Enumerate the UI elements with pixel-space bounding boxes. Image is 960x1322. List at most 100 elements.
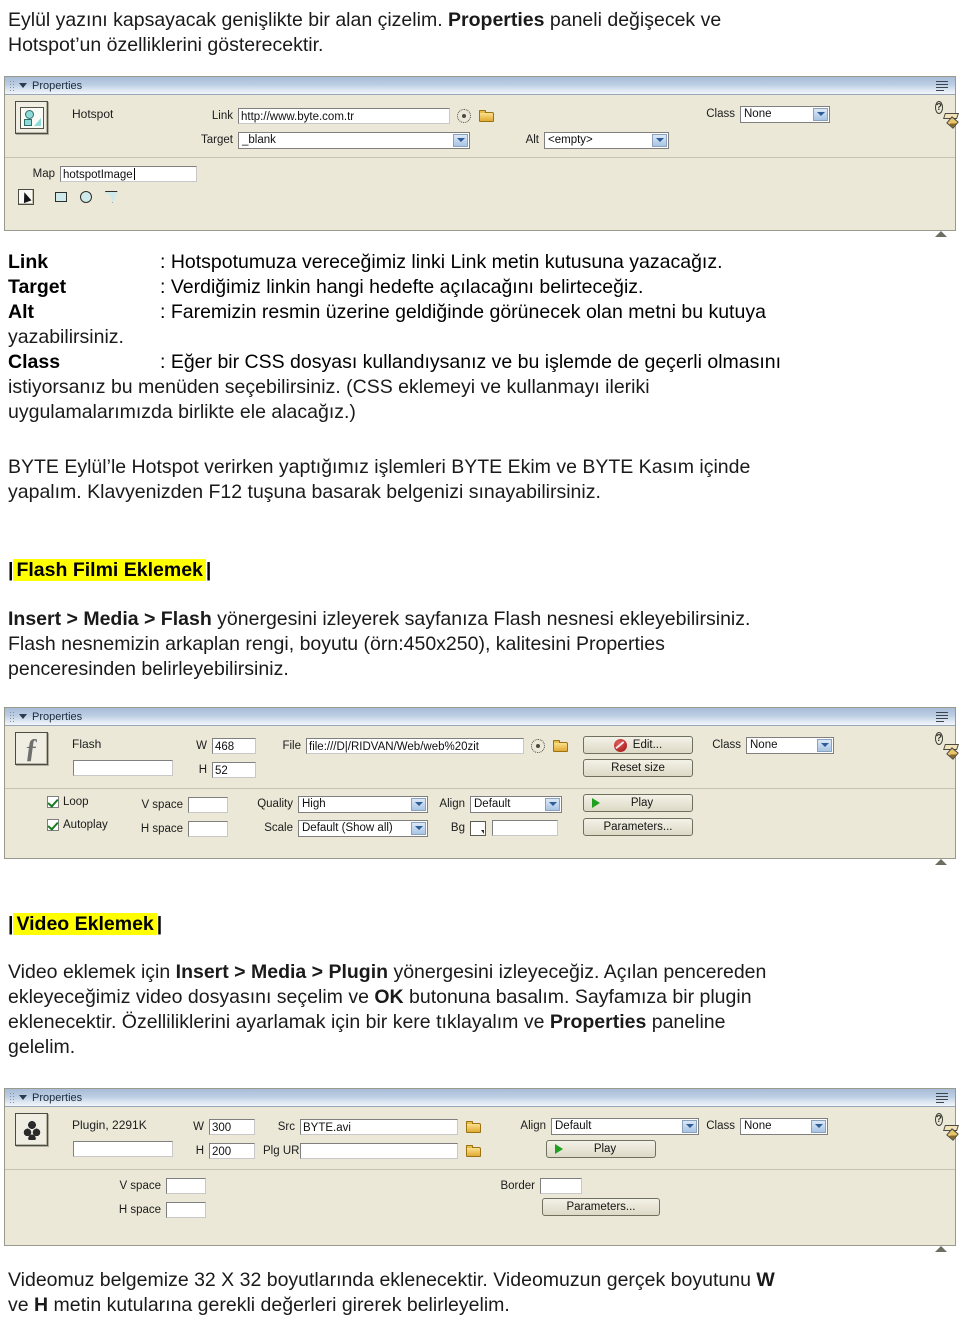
height-input[interactable]: 200 <box>209 1143 255 1159</box>
class-select[interactable]: None <box>740 105 830 123</box>
browse-folder-icon[interactable] <box>479 109 495 123</box>
panel-title-bar[interactable]: Properties <box>5 77 955 95</box>
src-input[interactable]: BYTE.avi <box>300 1119 458 1135</box>
vspace-input[interactable] <box>188 797 228 813</box>
collapse-triangle-icon[interactable] <box>19 1095 27 1100</box>
closing-text-a: Videomuz belgemize 32 X 32 boyutlarında … <box>8 1269 757 1291</box>
chevron-down-icon[interactable] <box>411 821 426 835</box>
vspace-input[interactable] <box>166 1178 206 1194</box>
rectangle-hotspot-tool-button[interactable] <box>53 189 69 205</box>
hspace-row: H space <box>105 1199 206 1221</box>
chevron-down-icon[interactable] <box>453 133 468 147</box>
width-input[interactable]: 300 <box>209 1119 255 1135</box>
autoplay-checkbox[interactable] <box>47 819 59 831</box>
chevron-down-icon[interactable] <box>411 797 426 811</box>
pointer-tool-button[interactable] <box>18 189 34 205</box>
panel-menu-icon[interactable] <box>936 711 948 722</box>
chevron-down-icon[interactable] <box>652 133 667 147</box>
panel-grip-icon[interactable] <box>9 1092 15 1103</box>
link-input[interactable]: http://www.byte.com.tr <box>238 108 450 124</box>
reset-size-button[interactable]: Reset size <box>583 759 693 777</box>
help-icon-wrap[interactable]: ? <box>934 101 943 114</box>
align-select[interactable]: Default <box>551 1117 699 1135</box>
align-select[interactable]: Default <box>470 795 562 813</box>
autoplay-checkbox-row[interactable]: Autoplay <box>47 819 108 831</box>
target-select[interactable]: _blank <box>238 131 470 149</box>
chevron-down-icon[interactable] <box>545 797 560 811</box>
polygon-hotspot-tool-button[interactable] <box>103 189 119 205</box>
panel-expander-icon[interactable] <box>935 859 947 865</box>
help-icon-wrap[interactable]: ? <box>934 1113 943 1126</box>
definition-term: Alt <box>8 301 34 323</box>
play-button[interactable]: Play <box>583 794 693 812</box>
help-icon[interactable]: ? <box>934 101 943 114</box>
class-definition-desc: : Eğer bir CSS dosyası kullandıysanız ve… <box>160 351 782 373</box>
plugin-name-input[interactable] <box>73 1141 173 1157</box>
plg-url-input[interactable] <box>300 1143 458 1159</box>
chevron-down-icon[interactable] <box>817 738 832 752</box>
edit-button[interactable]: Edit... <box>583 736 693 754</box>
link-label: Link <box>211 110 233 122</box>
flash-name-input[interactable] <box>73 760 173 776</box>
collapse-triangle-icon[interactable] <box>19 714 27 719</box>
help-icon[interactable]: ? <box>934 1113 943 1126</box>
panel-title-bar[interactable]: Properties <box>5 708 955 726</box>
panel-menu-icon[interactable] <box>936 1092 948 1103</box>
map-input[interactable]: hotspotImage <box>60 166 197 182</box>
flash-properties-panel[interactable]: Properties ƒ Flash W 468 H 52 File file:… <box>4 707 956 865</box>
document-page: Eylül yazını kapsayacak genişlikte bir a… <box>0 0 960 1322</box>
chevron-down-icon[interactable] <box>811 1119 826 1133</box>
bg-color-input[interactable] <box>492 820 558 836</box>
border-input[interactable] <box>540 1178 582 1194</box>
plugin-properties-panel[interactable]: Properties Plugin, 2291K W 300 H 200 Src… <box>4 1088 956 1252</box>
point-to-file-target-icon[interactable] <box>531 739 545 753</box>
closing-w-bold: W <box>756 1269 775 1291</box>
browse-folder-icon[interactable] <box>553 739 569 753</box>
plugin-object-icon-button[interactable] <box>15 1113 48 1146</box>
hotspot-properties-panel[interactable]: Properties Hotspot Link http://www.byte.… <box>4 76 956 237</box>
panel-expander-icon[interactable] <box>935 1246 947 1252</box>
src-row: Src BYTE.avi <box>263 1116 482 1138</box>
panel-menu-icon[interactable] <box>936 80 948 91</box>
hspace-input[interactable] <box>188 821 228 837</box>
help-icon[interactable]: ? <box>934 732 943 745</box>
height-input[interactable]: 52 <box>212 762 256 778</box>
closing-paragraph: Videomuz belgemize 32 X 32 boyutlarında … <box>8 1268 952 1318</box>
alt-select[interactable]: <empty> <box>544 131 669 149</box>
parameters-button[interactable]: Parameters... <box>583 818 693 836</box>
class-select[interactable]: None <box>746 736 834 754</box>
browse-folder-icon[interactable] <box>466 1144 482 1158</box>
loop-checkbox-row[interactable]: Loop <box>47 796 89 808</box>
browse-folder-icon[interactable] <box>466 1120 482 1134</box>
video-properties-bold: Properties <box>549 1011 647 1033</box>
file-input[interactable]: file:///D|/RIDVAN/Web/web%20zit <box>306 738 524 754</box>
height-label: H <box>198 764 207 776</box>
closing-text-c: metin kutularına gerekli değerleri girer… <box>48 1294 510 1316</box>
quality-select[interactable]: High <box>298 795 428 813</box>
panel-grip-icon[interactable] <box>9 80 15 91</box>
play-button[interactable]: Play <box>546 1140 656 1158</box>
loop-checkbox[interactable] <box>47 796 59 808</box>
bg-color-swatch[interactable] <box>470 820 486 836</box>
class-select[interactable]: None <box>740 1117 828 1135</box>
panel-expander-icon[interactable] <box>935 231 947 237</box>
height-label: H <box>195 1145 204 1157</box>
help-icon-wrap[interactable]: ? <box>934 732 943 745</box>
panel-title-bar[interactable]: Properties <box>5 1089 955 1107</box>
flash-object-icon-button[interactable]: ƒ <box>15 732 48 765</box>
collapse-triangle-icon[interactable] <box>19 83 27 88</box>
flash-insert-path-bold: Insert > Media > Flash <box>8 608 212 630</box>
video-para-d: butonuna basalım. Sayfamıza bir plugin <box>403 986 752 1008</box>
hotspot-object-icon-button[interactable] <box>15 101 48 134</box>
chevron-down-icon[interactable] <box>813 107 828 121</box>
scale-select[interactable]: Default (Show all) <box>298 819 428 837</box>
hspace-input[interactable] <box>166 1202 206 1218</box>
width-label: W <box>193 1121 204 1133</box>
video-para-c: ekleyeceğimiz video dosyasını seçelim ve <box>8 986 375 1008</box>
width-input[interactable]: 468 <box>212 738 256 754</box>
parameters-button[interactable]: Parameters... <box>542 1198 660 1216</box>
point-to-file-target-icon[interactable] <box>457 109 471 123</box>
oval-hotspot-tool-button[interactable] <box>78 189 94 205</box>
panel-grip-icon[interactable] <box>9 711 15 722</box>
class-select-value: None <box>744 108 772 120</box>
